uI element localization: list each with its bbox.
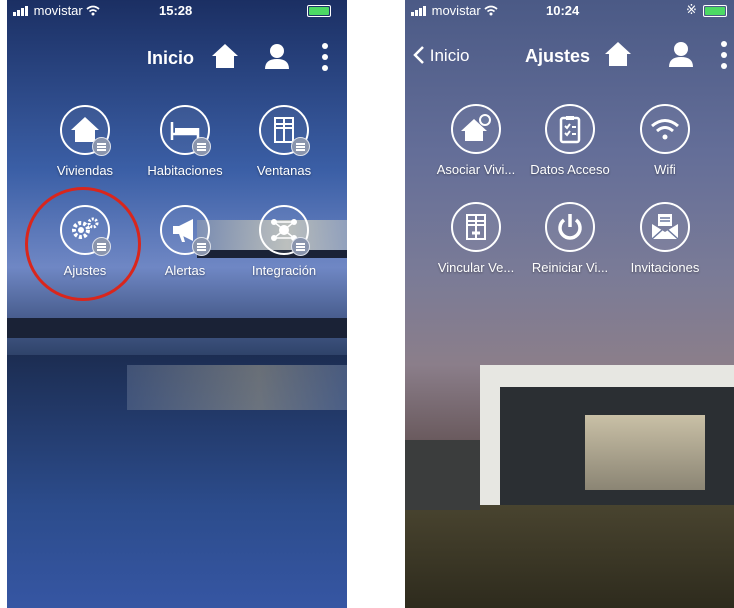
tile-invitaciones[interactable]: Invitaciones bbox=[617, 202, 713, 275]
water-reflection bbox=[127, 365, 347, 410]
carrier-indicator: movistar bbox=[13, 3, 100, 18]
list-badge-icon bbox=[192, 137, 211, 156]
tile-viviendas[interactable]: Viviendas bbox=[37, 105, 133, 178]
window-link-icon bbox=[451, 202, 501, 252]
page-title: Ajustes bbox=[525, 46, 591, 66]
list-badge-icon bbox=[92, 137, 111, 156]
highlight-circle bbox=[25, 187, 141, 301]
carrier-indicator: movistar bbox=[411, 3, 498, 18]
signal-icon bbox=[411, 6, 428, 16]
list-badge-icon bbox=[192, 237, 211, 256]
status-time: 15:28 bbox=[159, 3, 193, 18]
nav-bar: Inicio bbox=[7, 32, 347, 72]
carrier-name: movistar bbox=[33, 3, 83, 18]
tile-label: Viviendas bbox=[56, 163, 114, 178]
tile-vincular-ventana[interactable]: Vincular Ve... bbox=[428, 202, 524, 275]
chevron-left-icon bbox=[413, 46, 424, 64]
megaphone-icon bbox=[160, 205, 211, 256]
tile-ventanas[interactable]: Ventanas bbox=[236, 105, 332, 178]
clipboard-icon bbox=[545, 104, 595, 154]
more-options-icon[interactable] bbox=[720, 40, 728, 70]
list-badge-icon bbox=[291, 137, 310, 156]
house-link-icon bbox=[451, 104, 501, 154]
tile-label: Asociar Vivi... bbox=[436, 162, 516, 177]
bridge-deck bbox=[7, 318, 347, 338]
network-icon bbox=[259, 205, 310, 256]
more-options-icon[interactable] bbox=[321, 42, 329, 72]
signal-icon bbox=[13, 6, 30, 16]
tile-datos-acceso[interactable]: Datos Acceso bbox=[522, 104, 618, 177]
carrier-name: movistar bbox=[431, 3, 481, 18]
tile-integracion[interactable]: Integración bbox=[236, 205, 332, 278]
window-icon bbox=[259, 105, 310, 156]
tile-alertas[interactable]: Alertas bbox=[137, 205, 233, 278]
bed-icon bbox=[160, 105, 211, 156]
wifi-status-icon bbox=[86, 5, 100, 16]
tile-label: Invitaciones bbox=[630, 260, 700, 275]
tile-wifi[interactable]: Wifi bbox=[617, 104, 713, 177]
wifi-status-icon bbox=[484, 5, 498, 16]
house-annex bbox=[405, 440, 480, 510]
house-window bbox=[585, 415, 705, 490]
tile-label: Datos Acceso bbox=[530, 162, 610, 177]
wifi-icon bbox=[640, 104, 690, 154]
status-bar: movistar 15:28 bbox=[7, 0, 347, 20]
tile-label: Ventanas bbox=[256, 163, 312, 178]
lawn-background bbox=[405, 500, 734, 608]
tile-label: Vincular Ve... bbox=[437, 260, 515, 275]
tile-label: Wifi bbox=[654, 162, 676, 177]
bluetooth-icon: ※ bbox=[686, 2, 697, 17]
back-label: Inicio bbox=[429, 46, 470, 65]
home-icon[interactable] bbox=[603, 40, 633, 68]
tile-label: Integración bbox=[251, 263, 317, 278]
envelope-icon bbox=[640, 202, 690, 252]
status-bar: movistar 10:24 ※ bbox=[405, 0, 734, 20]
tile-label: Habitaciones bbox=[147, 163, 223, 178]
phone-screen-ajustes: movistar 10:24 ※ Inicio Ajustes Asociar … bbox=[405, 0, 734, 608]
nav-bar: Inicio Ajustes bbox=[405, 32, 734, 72]
tile-reiniciar-vivienda[interactable]: Reiniciar Vi... bbox=[522, 202, 618, 275]
house-roof bbox=[480, 365, 734, 387]
power-icon bbox=[545, 202, 595, 252]
page-title: Inicio bbox=[147, 48, 195, 68]
phone-screen-inicio: movistar 15:28 Inicio Viviendas Habitaci… bbox=[7, 0, 347, 608]
user-icon[interactable] bbox=[263, 42, 291, 70]
tile-habitaciones[interactable]: Habitaciones bbox=[137, 105, 233, 178]
tile-asociar-vivienda[interactable]: Asociar Vivi... bbox=[428, 104, 524, 177]
status-time: 10:24 bbox=[546, 3, 580, 18]
tile-label: Alertas bbox=[164, 263, 206, 278]
home-icon[interactable] bbox=[210, 42, 240, 70]
house-icon bbox=[60, 105, 111, 156]
battery-icon bbox=[307, 5, 331, 17]
user-icon[interactable] bbox=[667, 40, 695, 68]
list-badge-icon bbox=[291, 237, 310, 256]
battery-icon bbox=[703, 5, 727, 17]
back-button[interactable]: Inicio bbox=[413, 46, 469, 66]
house-wall-left bbox=[480, 387, 500, 505]
tile-label: Reiniciar Vi... bbox=[531, 260, 609, 275]
